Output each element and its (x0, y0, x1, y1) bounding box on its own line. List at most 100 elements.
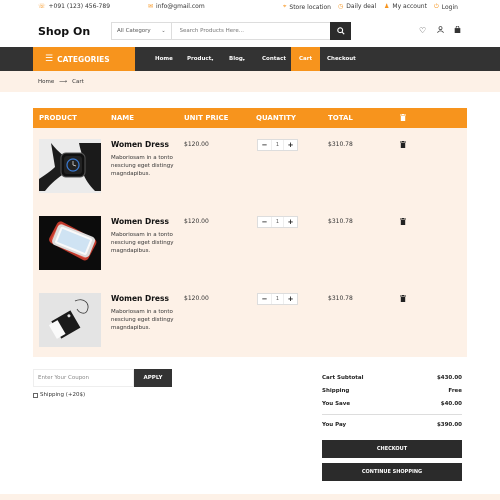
trash-icon (400, 114, 406, 123)
quantity-value[interactable]: 1 (271, 140, 284, 150)
caret-down-icon: ▾ (211, 56, 214, 62)
site-logo[interactable]: Shop On (38, 25, 90, 38)
row-total: $310.78 (328, 295, 353, 302)
nav-item-checkout[interactable]: Checkout (327, 47, 356, 71)
shipping-value: Free (448, 388, 462, 394)
power-icon: ⏻ (434, 3, 439, 10)
nav-item-blog[interactable]: Blog ▾ (229, 47, 245, 71)
increment-button[interactable]: + (284, 217, 297, 227)
trash-icon (400, 295, 406, 302)
decrement-button[interactable]: − (258, 217, 271, 227)
quantity-stepper: − 1 + (257, 139, 298, 151)
store-location-link[interactable]: ⌖ Store location (283, 3, 331, 11)
phone-info: ☏ +091 (123) 456-789 (38, 3, 110, 10)
table-row: Women Dress Maboriosam in a tonto nesciu… (33, 282, 467, 358)
header-quantity: QUANTITY (256, 114, 296, 122)
email-info: ✉ info@gmail.com (148, 3, 205, 10)
cart-table-body: Women Dress Maboriosam in a tonto nesciu… (33, 128, 467, 357)
search-input[interactable] (171, 28, 330, 34)
nav-checkout-label: Checkout (327, 56, 356, 62)
header-total: TOTAL (328, 114, 353, 122)
chevron-down-icon: ⌄ (161, 28, 166, 34)
cart-table-header: PRODUCT NAME UNIT PRICE QUANTITY TOTAL (33, 108, 467, 128)
nav-home-label: Home (155, 56, 173, 62)
categories-button[interactable]: ☰ CATEGORIES (33, 47, 135, 71)
product-description: Maboriosam in a tonto nesciung eget dist… (111, 309, 174, 331)
apply-coupon-button[interactable]: APPLY (134, 369, 172, 387)
product-name[interactable]: Women Dress (111, 294, 169, 303)
quantity-value[interactable]: 1 (271, 217, 284, 227)
product-image-watch (39, 139, 101, 193)
remove-item-button[interactable] (400, 141, 406, 150)
save-value: $40.00 (440, 401, 462, 407)
user-icon[interactable] (437, 26, 444, 35)
continue-shopping-button[interactable]: CONTINUE SHOPPING (322, 463, 462, 481)
increment-button[interactable]: + (284, 140, 297, 150)
decrement-button[interactable]: − (258, 294, 271, 304)
login-link[interactable]: ⏻ Login (434, 3, 458, 11)
category-select-value: All Category (117, 28, 151, 34)
remove-item-button[interactable] (400, 295, 406, 304)
product-description: Maboriosam in a tonto nesciung eget dist… (111, 232, 174, 254)
header-name: NAME (111, 114, 135, 122)
search-bar: All Category ⌄ (111, 22, 331, 40)
my-account-link[interactable]: ♟ My account (384, 3, 427, 10)
checkout-button[interactable]: CHECKOUT (322, 440, 462, 458)
unit-price: $120.00 (184, 295, 209, 302)
heart-icon[interactable]: ♡ (419, 26, 426, 35)
breadcrumb-bar: Home ⟶ Cart (0, 71, 500, 92)
search-icon (336, 27, 345, 35)
daily-deal-link[interactable]: ◷ Daily deal (338, 3, 376, 10)
email-text: info@gmail.com (156, 3, 205, 10)
caret-down-icon: ▾ (242, 56, 245, 62)
shopping-bag-icon[interactable] (454, 25, 461, 35)
table-row: Women Dress Maboriosam in a tonto nesciu… (33, 205, 467, 281)
coupon-input[interactable]: Enter Your Coupon (33, 369, 134, 387)
breadcrumb-current: Cart (72, 79, 84, 85)
table-row: Women Dress Maboriosam in a tonto nesciu… (33, 128, 467, 204)
decrement-button[interactable]: − (258, 140, 271, 150)
nav-contact-label: Contact (262, 56, 286, 62)
clock-icon: ◷ (338, 3, 344, 10)
category-select[interactable]: All Category ⌄ (112, 23, 172, 39)
row-total: $310.78 (328, 218, 353, 225)
header-unit-price: UNIT PRICE (184, 114, 229, 122)
quantity-stepper: − 1 + (257, 216, 298, 228)
product-description: Maboriosam in a tonto nesciung eget dist… (111, 155, 174, 177)
hamburger-icon: ☰ (45, 54, 54, 64)
quantity-value[interactable]: 1 (271, 294, 284, 304)
envelope-icon: ✉ (148, 3, 154, 10)
search-button[interactable] (330, 22, 351, 40)
footer-strip (0, 494, 500, 500)
categories-label: CATEGORIES (57, 54, 110, 64)
shipping-option-label: Shipping (+20$) (40, 392, 86, 398)
shipping-label: Shipping (322, 388, 350, 394)
row-total: $310.78 (328, 141, 353, 148)
nav-item-contact[interactable]: Contact (262, 47, 286, 71)
summary-divider (322, 414, 462, 415)
subtotal-label: Cart Subtotal (322, 375, 364, 381)
trash-icon (400, 141, 406, 148)
nav-blog-label: Blog (229, 56, 243, 62)
nav-item-home[interactable]: Home (155, 47, 173, 71)
increment-button[interactable]: + (284, 294, 297, 304)
store-location-label: Store location (289, 3, 331, 11)
remove-item-button[interactable] (400, 218, 406, 227)
header-product: PRODUCT (39, 114, 77, 122)
product-name[interactable]: Women Dress (111, 217, 169, 226)
nav-item-product[interactable]: Product ▾ (187, 47, 213, 71)
nav-item-cart[interactable]: Cart (291, 47, 321, 71)
quantity-stepper: − 1 + (257, 293, 298, 305)
shipping-option[interactable]: Shipping (+20$) (33, 392, 85, 398)
trash-icon (400, 218, 406, 225)
map-pin-icon: ⌖ (283, 3, 287, 10)
user-icon: ♟ (384, 3, 390, 10)
product-name[interactable]: Women Dress (111, 140, 169, 149)
shipping-checkbox[interactable] (33, 392, 38, 398)
login-label: Login (441, 3, 458, 11)
pay-label: You Pay (322, 422, 347, 428)
main-nav: ☰ CATEGORIES Home Product ▾ Blog ▾ Contact… (0, 47, 500, 71)
nav-product-label: Product (187, 56, 212, 62)
unit-price: $120.00 (184, 141, 209, 148)
breadcrumb-home[interactable]: Home (38, 79, 54, 85)
